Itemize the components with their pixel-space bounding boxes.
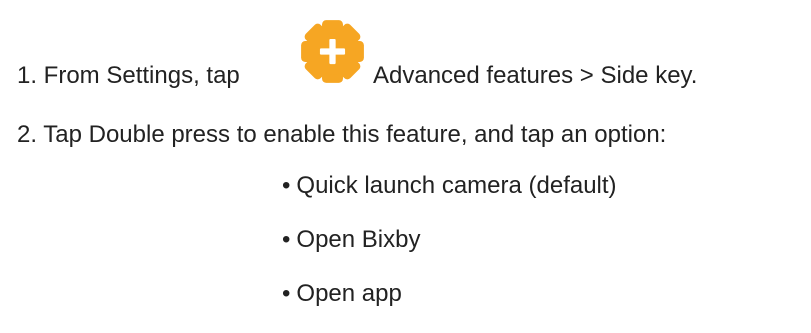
settings-gear-icon bbox=[301, 20, 364, 83]
list-item: • Quick launch camera (default) bbox=[282, 174, 617, 228]
step-2: 2. Tap Double press to enable this featu… bbox=[17, 121, 667, 148]
step-1-prefix: 1. From Settings, tap bbox=[17, 62, 240, 89]
option-label: Quick launch camera (default) bbox=[296, 172, 617, 199]
list-item: • Open Bixby bbox=[282, 228, 617, 282]
option-list: • Quick launch camera (default) • Open Bix… bbox=[282, 174, 617, 333]
option-label: Open app bbox=[296, 280, 402, 307]
list-item: • Open app bbox=[282, 282, 617, 333]
bullet: • bbox=[282, 280, 291, 307]
option-label: Open Bixby bbox=[296, 226, 421, 253]
bullet: • bbox=[282, 172, 291, 199]
bullet: • bbox=[282, 226, 291, 253]
step-1-suffix: Advanced features > Side key. bbox=[373, 62, 698, 89]
